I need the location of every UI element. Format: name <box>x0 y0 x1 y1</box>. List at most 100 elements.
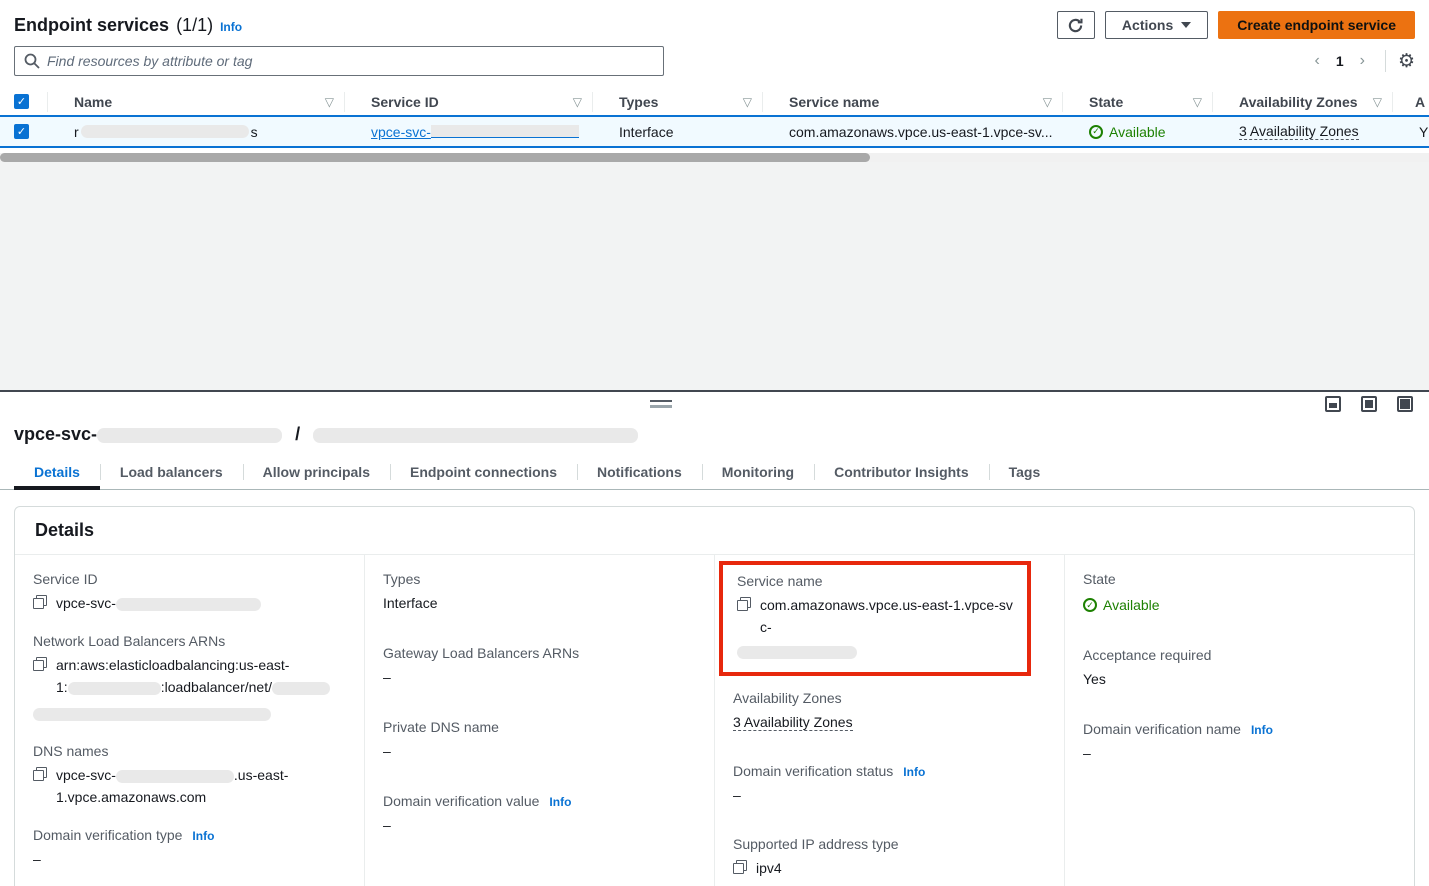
field-label: Domain verification type <box>33 827 182 843</box>
split-panel-controls <box>0 392 1429 420</box>
column-header-types[interactable]: Types ▽ <box>593 92 763 112</box>
service-name-highlight-box: Service name com.amazonaws.vpce.us-east-… <box>719 561 1031 676</box>
info-link[interactable]: Info <box>549 795 571 809</box>
field-label: Availability Zones <box>733 690 1046 706</box>
refresh-button[interactable] <box>1057 11 1095 39</box>
sort-icon[interactable]: ▽ <box>1043 95 1052 109</box>
panel-size-small-icon[interactable] <box>1325 396 1341 412</box>
field-domain-verification-value: Domain verification value Info – <box>383 793 696 836</box>
status-available: ✓ Available <box>1083 594 1160 616</box>
info-link[interactable]: Info <box>1251 723 1273 737</box>
check-circle-icon: ✓ <box>1083 598 1097 612</box>
details-column-3: Service name com.amazonaws.vpce.us-east-… <box>715 555 1065 886</box>
column-label: State <box>1089 94 1123 110</box>
copy-icon[interactable] <box>33 657 47 671</box>
redacted-title-id <box>97 428 282 443</box>
tab-tags[interactable]: Tags <box>989 457 1061 489</box>
details-card: Details Service ID vpce-svc- Network Loa… <box>14 506 1415 886</box>
pagination: ‹ 1 › ⚙ <box>1307 50 1416 72</box>
select-all-checkbox[interactable] <box>14 94 29 109</box>
tab-endpoint-connections[interactable]: Endpoint connections <box>390 457 577 489</box>
field-value: – <box>33 848 346 870</box>
availability-zones-link[interactable]: 3 Availability Zones <box>733 714 853 731</box>
dns-name-line2: 1.vpce.amazonaws.com <box>56 789 206 805</box>
field-types: Types Interface <box>383 571 696 614</box>
availability-zones-link[interactable]: 3 Availability Zones <box>1239 123 1359 140</box>
redacted-arn-line3 <box>33 708 271 721</box>
prev-page-button[interactable]: ‹ <box>1307 53 1328 69</box>
header-info-link[interactable]: Info <box>220 20 242 34</box>
field-label: Acceptance required <box>1083 647 1396 663</box>
scrollbar-thumb[interactable] <box>0 153 870 162</box>
row-name-cell: r s <box>48 124 345 140</box>
tab-notifications[interactable]: Notifications <box>577 457 702 489</box>
field-label: Network Load Balancers ARNs <box>33 633 346 649</box>
split-panel-drag-handle[interactable] <box>650 400 672 408</box>
row-acceptance-cell: Y <box>1393 124 1429 140</box>
tab-load-balancers[interactable]: Load balancers <box>100 457 243 489</box>
horizontal-scrollbar <box>0 153 1429 162</box>
copy-icon[interactable] <box>33 767 47 781</box>
page-title: Endpoint services <box>14 15 169 36</box>
column-header-service-name[interactable]: Service name ▽ <box>763 92 1063 112</box>
search-input[interactable] <box>47 53 654 69</box>
divider <box>1385 50 1386 72</box>
endpoint-services-pane: Endpoint services (1/1) Info Actions Cre… <box>0 0 1429 392</box>
dns-name-value: vpce-svc- <box>56 767 116 783</box>
row-checkbox[interactable] <box>14 124 29 139</box>
table-row[interactable]: r s vpce-svc- Interface com.amazonaws.vp… <box>0 115 1429 148</box>
sort-icon[interactable]: ▽ <box>573 95 582 109</box>
sort-icon[interactable]: ▽ <box>743 95 752 109</box>
field-value: Yes <box>1083 668 1396 690</box>
field-label: Types <box>383 571 696 587</box>
row-select-cell <box>0 124 48 139</box>
field-label: Domain verification status <box>733 763 893 779</box>
field-label: DNS names <box>33 743 346 759</box>
column-header-service-id[interactable]: Service ID ▽ <box>345 92 593 112</box>
column-header-acceptance[interactable]: A <box>1393 92 1429 112</box>
field-nlb-arns: Network Load Balancers ARNs arn:aws:elas… <box>33 633 346 724</box>
field-label: Supported IP address type <box>733 836 1046 852</box>
sort-icon[interactable]: ▽ <box>1193 95 1202 109</box>
copy-icon[interactable] <box>33 595 47 609</box>
current-page[interactable]: 1 <box>1332 53 1348 69</box>
redacted-title-name <box>313 428 638 443</box>
next-page-button[interactable]: › <box>1352 53 1373 69</box>
redacted-account-id <box>68 682 161 695</box>
tab-contributor-insights[interactable]: Contributor Insights <box>814 457 989 489</box>
settings-gear-icon[interactable]: ⚙ <box>1398 52 1415 71</box>
details-column-1: Service ID vpce-svc- Network Load Balanc… <box>15 555 365 886</box>
info-link[interactable]: Info <box>903 765 925 779</box>
create-endpoint-service-button[interactable]: Create endpoint service <box>1218 11 1415 39</box>
info-link[interactable]: Info <box>192 829 214 843</box>
actions-button[interactable]: Actions <box>1105 11 1208 39</box>
copy-icon[interactable] <box>733 860 747 874</box>
status-label: Available <box>1103 594 1160 616</box>
panel-title-separator: / <box>295 424 300 444</box>
tab-allow-principals[interactable]: Allow principals <box>243 457 390 489</box>
column-label: Availability Zones <box>1239 94 1358 110</box>
column-header-state[interactable]: State ▽ <box>1063 92 1213 112</box>
field-domain-verification-name: Domain verification name Info – <box>1083 721 1396 764</box>
panel-title-prefix: vpce-svc- <box>14 424 97 444</box>
row-service-name-cell: com.amazonaws.vpce.us-east-1.vpce-sv... <box>763 124 1063 140</box>
row-state-cell: ✓ Available <box>1063 124 1213 140</box>
sort-icon[interactable]: ▽ <box>325 95 334 109</box>
sort-icon[interactable]: ▽ <box>1373 95 1382 109</box>
service-name-value: com.amazonaws.vpce.us-east-1.vpce-svc- <box>760 594 1017 638</box>
panel-title: vpce-svc- / <box>0 420 1429 455</box>
panel-size-large-icon[interactable] <box>1397 396 1413 412</box>
tab-monitoring[interactable]: Monitoring <box>702 457 814 489</box>
column-header-availability-zones[interactable]: Availability Zones ▽ <box>1213 92 1393 112</box>
supported-ip-value: ipv4 <box>756 857 782 879</box>
copy-icon[interactable] <box>737 597 751 611</box>
panel-size-medium-icon[interactable] <box>1361 396 1377 412</box>
search-box[interactable] <box>14 46 664 76</box>
details-card-heading: Details <box>15 507 1414 555</box>
field-state: State ✓ Available <box>1083 571 1396 616</box>
refresh-icon <box>1067 17 1084 34</box>
service-id-link[interactable]: vpce-svc- <box>371 124 431 140</box>
field-label: Domain verification name <box>1083 721 1241 737</box>
column-header-name[interactable]: Name ▽ <box>48 92 345 112</box>
tab-details[interactable]: Details <box>14 457 100 489</box>
